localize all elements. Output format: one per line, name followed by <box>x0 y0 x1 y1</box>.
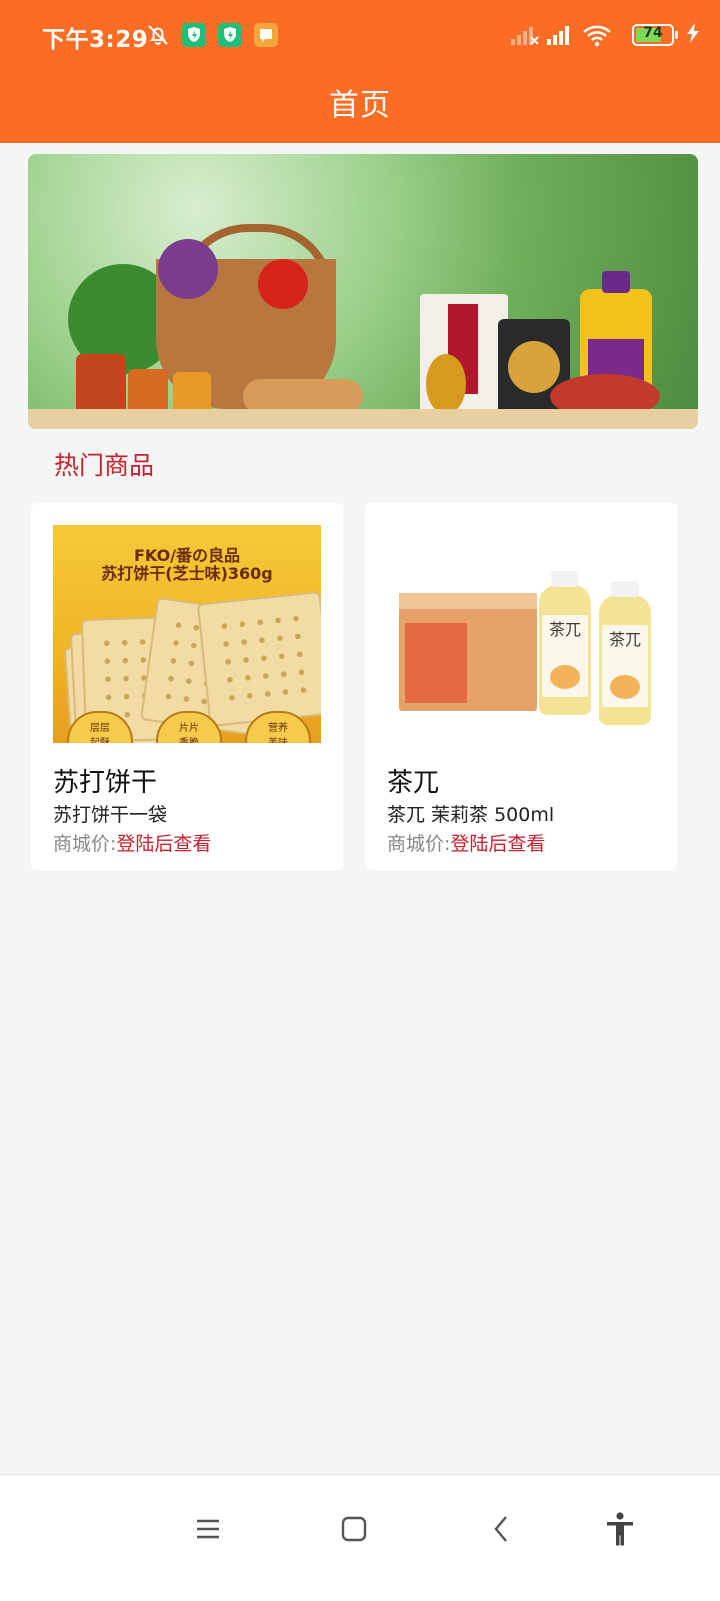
product-name: 茶兀 <box>387 768 440 798</box>
menu-icon[interactable] <box>184 1505 232 1553</box>
price-value: 登陆后查看 <box>450 833 546 855</box>
section-title-hot-products: 热门商品 <box>54 451 155 480</box>
status-bar: 下午3:29 74 <box>0 0 720 70</box>
signal-off-icon <box>510 24 540 50</box>
message-icon <box>254 23 278 47</box>
badge-text: 美味 <box>247 734 309 743</box>
tea-bottle: 茶兀 <box>599 581 651 725</box>
product-price: 商城价:登陆后查看 <box>53 829 211 856</box>
product-card[interactable]: FKO/番の良品 苏打饼干(芝士味)360g 层层 起酥 片片 香脆 营养 美味… <box>31 503 343 870</box>
system-nav-bar <box>0 1474 720 1601</box>
badge-text: 香脆 <box>158 734 220 743</box>
product-name: 苏打饼干 <box>53 768 158 798</box>
badge-text: 层层 <box>90 723 110 734</box>
app-header: 下午3:29 74 首页 <box>0 0 720 143</box>
product-desc: 茶兀 茉莉茶 500ml <box>387 804 555 826</box>
bell-off-icon <box>146 23 170 47</box>
price-value: 登陆后查看 <box>116 833 212 855</box>
tea-box <box>399 593 537 711</box>
price-label: 商城价: <box>53 833 117 855</box>
status-right-icons: 74 <box>510 20 700 50</box>
product-price: 商城价:登陆后查看 <box>387 829 545 856</box>
bottle-label: 茶兀 <box>548 620 581 639</box>
wifi-icon <box>582 24 612 52</box>
charging-icon <box>686 23 700 47</box>
security-icon <box>182 23 206 47</box>
badge-text: 营养 <box>268 723 288 734</box>
product-image-text: 苏打饼干(芝士味)360g <box>101 564 273 583</box>
badge-text: 起酥 <box>69 734 131 743</box>
price-label: 商城价: <box>387 833 451 855</box>
home-icon[interactable] <box>330 1505 378 1553</box>
page-title: 首页 <box>329 88 391 123</box>
battery-icon: 74 <box>632 24 674 46</box>
battery-tip <box>675 31 678 39</box>
accessibility-icon[interactable] <box>596 1505 644 1553</box>
product-card[interactable]: 茶兀 茶兀 茶兀 茶兀 茉莉茶 500ml 商城价:登陆后查看 <box>365 503 677 870</box>
product-desc: 苏打饼干一袋 <box>53 804 168 826</box>
promo-banner[interactable] <box>28 154 698 429</box>
status-time: 下午3:29 <box>42 27 149 53</box>
battery-percent: 74 <box>643 25 663 41</box>
tea-bottle: 茶兀 <box>539 571 591 715</box>
back-icon[interactable] <box>478 1505 526 1553</box>
product-image: FKO/番の良品 苏打饼干(芝士味)360g 层层 起酥 片片 香脆 营养 美味 <box>53 525 321 743</box>
security-icon <box>218 23 242 47</box>
product-image: 茶兀 茶兀 <box>387 525 655 743</box>
signal-icon <box>546 24 574 50</box>
badge-text: 片片 <box>179 723 199 734</box>
bottle-label: 茶兀 <box>608 630 641 649</box>
